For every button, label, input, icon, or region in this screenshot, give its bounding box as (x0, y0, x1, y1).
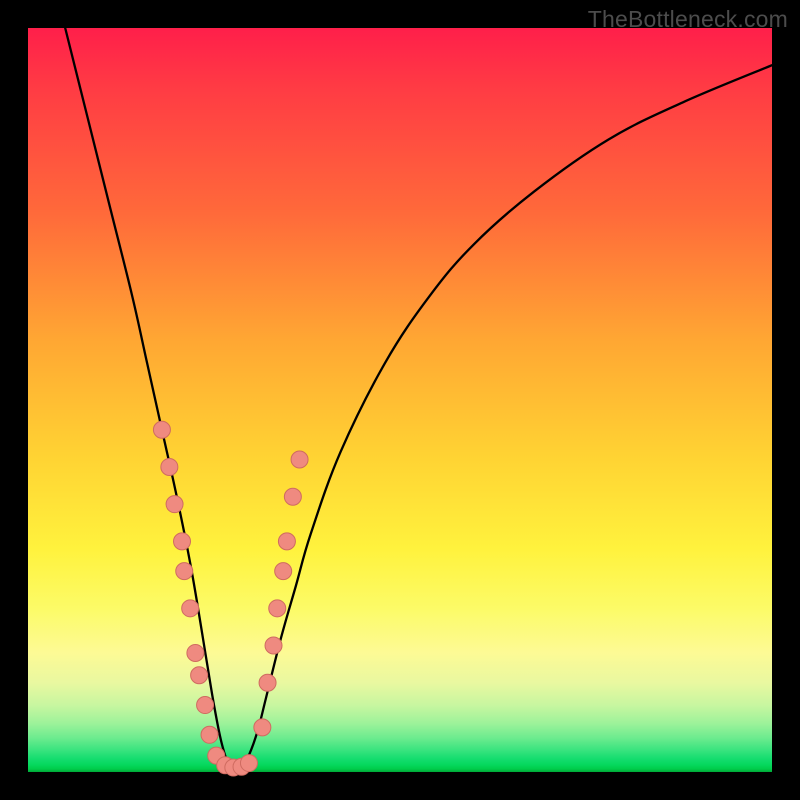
sample-dot (187, 644, 204, 661)
sample-dot (182, 600, 199, 617)
plot-area (28, 28, 772, 772)
sample-dot (153, 421, 170, 438)
sample-dot (265, 637, 282, 654)
sample-dot (240, 755, 257, 772)
sample-dot (254, 719, 271, 736)
curve-layer (28, 28, 772, 772)
bottleneck-curve (65, 28, 772, 768)
sample-dot (174, 533, 191, 550)
chart-frame: TheBottleneck.com (0, 0, 800, 800)
sample-dot (259, 674, 276, 691)
sample-dot (191, 667, 208, 684)
sample-dot (161, 458, 178, 475)
sample-dot (166, 496, 183, 513)
sample-dot (278, 533, 295, 550)
sample-dot (201, 726, 218, 743)
sample-dot (176, 563, 193, 580)
sample-dots (153, 421, 308, 776)
sample-dot (269, 600, 286, 617)
sample-dot (275, 563, 292, 580)
sample-dot (197, 697, 214, 714)
sample-dot (284, 488, 301, 505)
sample-dot (291, 451, 308, 468)
